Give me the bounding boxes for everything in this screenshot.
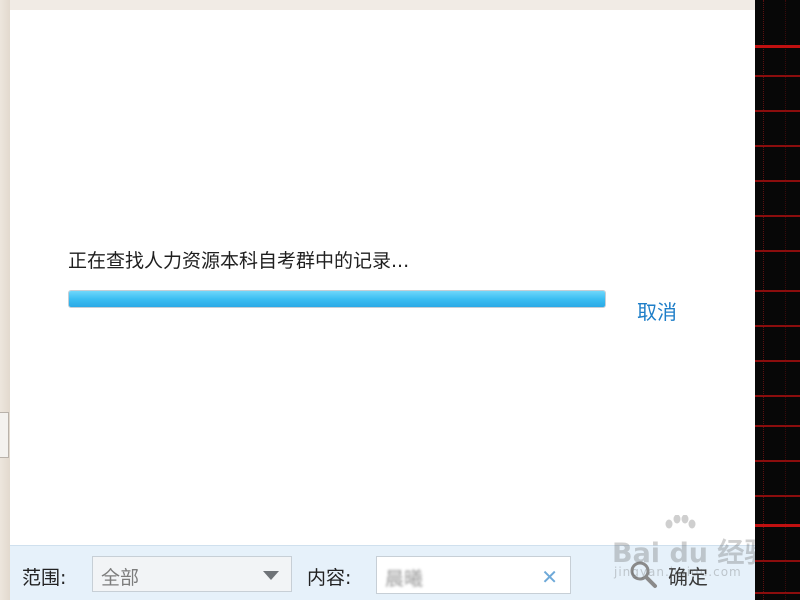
background-dark-window [755,0,800,600]
search-status-text: 正在查找人力资源本科自考群中的记录... [68,250,410,272]
chevron-down-icon[interactable] [263,571,279,580]
grid-line [755,495,800,497]
grid-line [755,524,800,527]
clear-icon[interactable]: ✕ [541,565,558,589]
grid-line [755,145,800,147]
background-window-edge [0,0,10,600]
cancel-link[interactable]: 取消 [637,296,677,325]
background-window-fragment [0,412,9,458]
grid-line [755,592,800,594]
grid-line [755,325,800,327]
grid-line [763,0,765,600]
scope-selected-value: 全部 [101,567,140,589]
grid-line [755,75,800,77]
grid-line [755,45,800,48]
grid-line [755,395,800,397]
grid-line [755,425,800,427]
search-icon[interactable] [628,559,658,589]
search-filter-bar: 范围: 全部 内容: 晨曦 ✕ 确定 [10,545,755,600]
grid-line [755,360,800,362]
search-progress-bar [68,290,606,308]
search-progress-fill [69,291,605,307]
grid-line [755,250,800,252]
grid-line [755,110,800,112]
content-search-input[interactable]: 晨曦 ✕ [376,556,571,594]
grid-line [755,290,800,292]
content-label: 内容: [307,567,352,589]
confirm-button[interactable]: 确定 [668,561,708,590]
scope-label: 范围: [22,567,67,589]
grid-line [755,180,800,182]
grid-line [755,215,800,217]
grid-line [755,560,800,562]
grid-line [785,0,787,600]
scope-dropdown[interactable]: 全部 [92,556,292,592]
search-records-dialog: 正在查找人力资源本科自考群中的记录... 取消 范围: 全部 内容: 晨曦 ✕ … [10,10,755,600]
content-search-value: 晨曦 [385,568,424,590]
grid-line [755,460,800,462]
